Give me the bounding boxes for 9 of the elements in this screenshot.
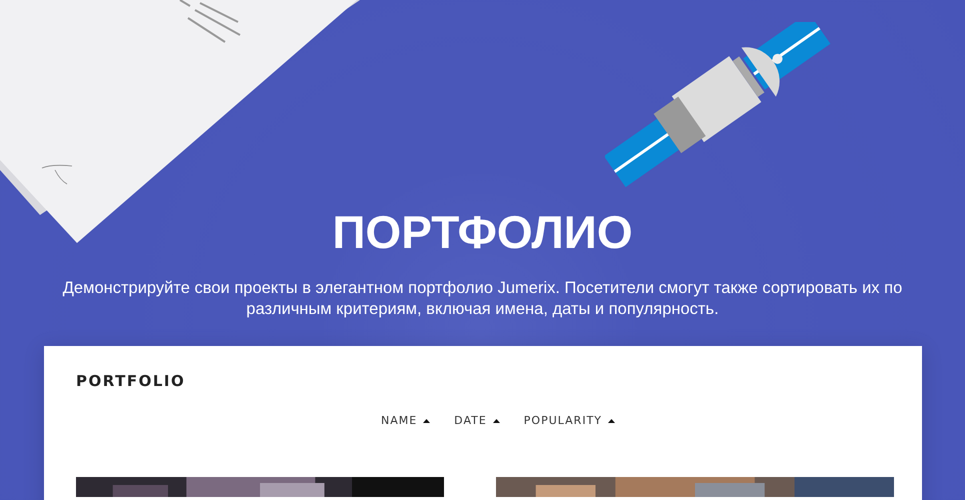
caret-icon bbox=[608, 418, 616, 422]
caret-icon bbox=[492, 418, 500, 422]
sort-button[interactable]: NAME bbox=[380, 414, 430, 427]
caret-icon bbox=[423, 418, 430, 422]
page-description: Демонстрируйте свои проекты в элегантном портфолио Jumerix. Посетители смогут также сортировать их по различным критериям, включая имена, даты и популярность. bbox=[62, 278, 904, 320]
portfolio-heading: PORTFOLIO bbox=[76, 372, 186, 390]
sort-button[interactable]: POPULARITY bbox=[524, 414, 616, 427]
sort-button[interactable]: DATE bbox=[454, 414, 500, 427]
page-title: ПОРТФОЛИО bbox=[332, 205, 633, 260]
